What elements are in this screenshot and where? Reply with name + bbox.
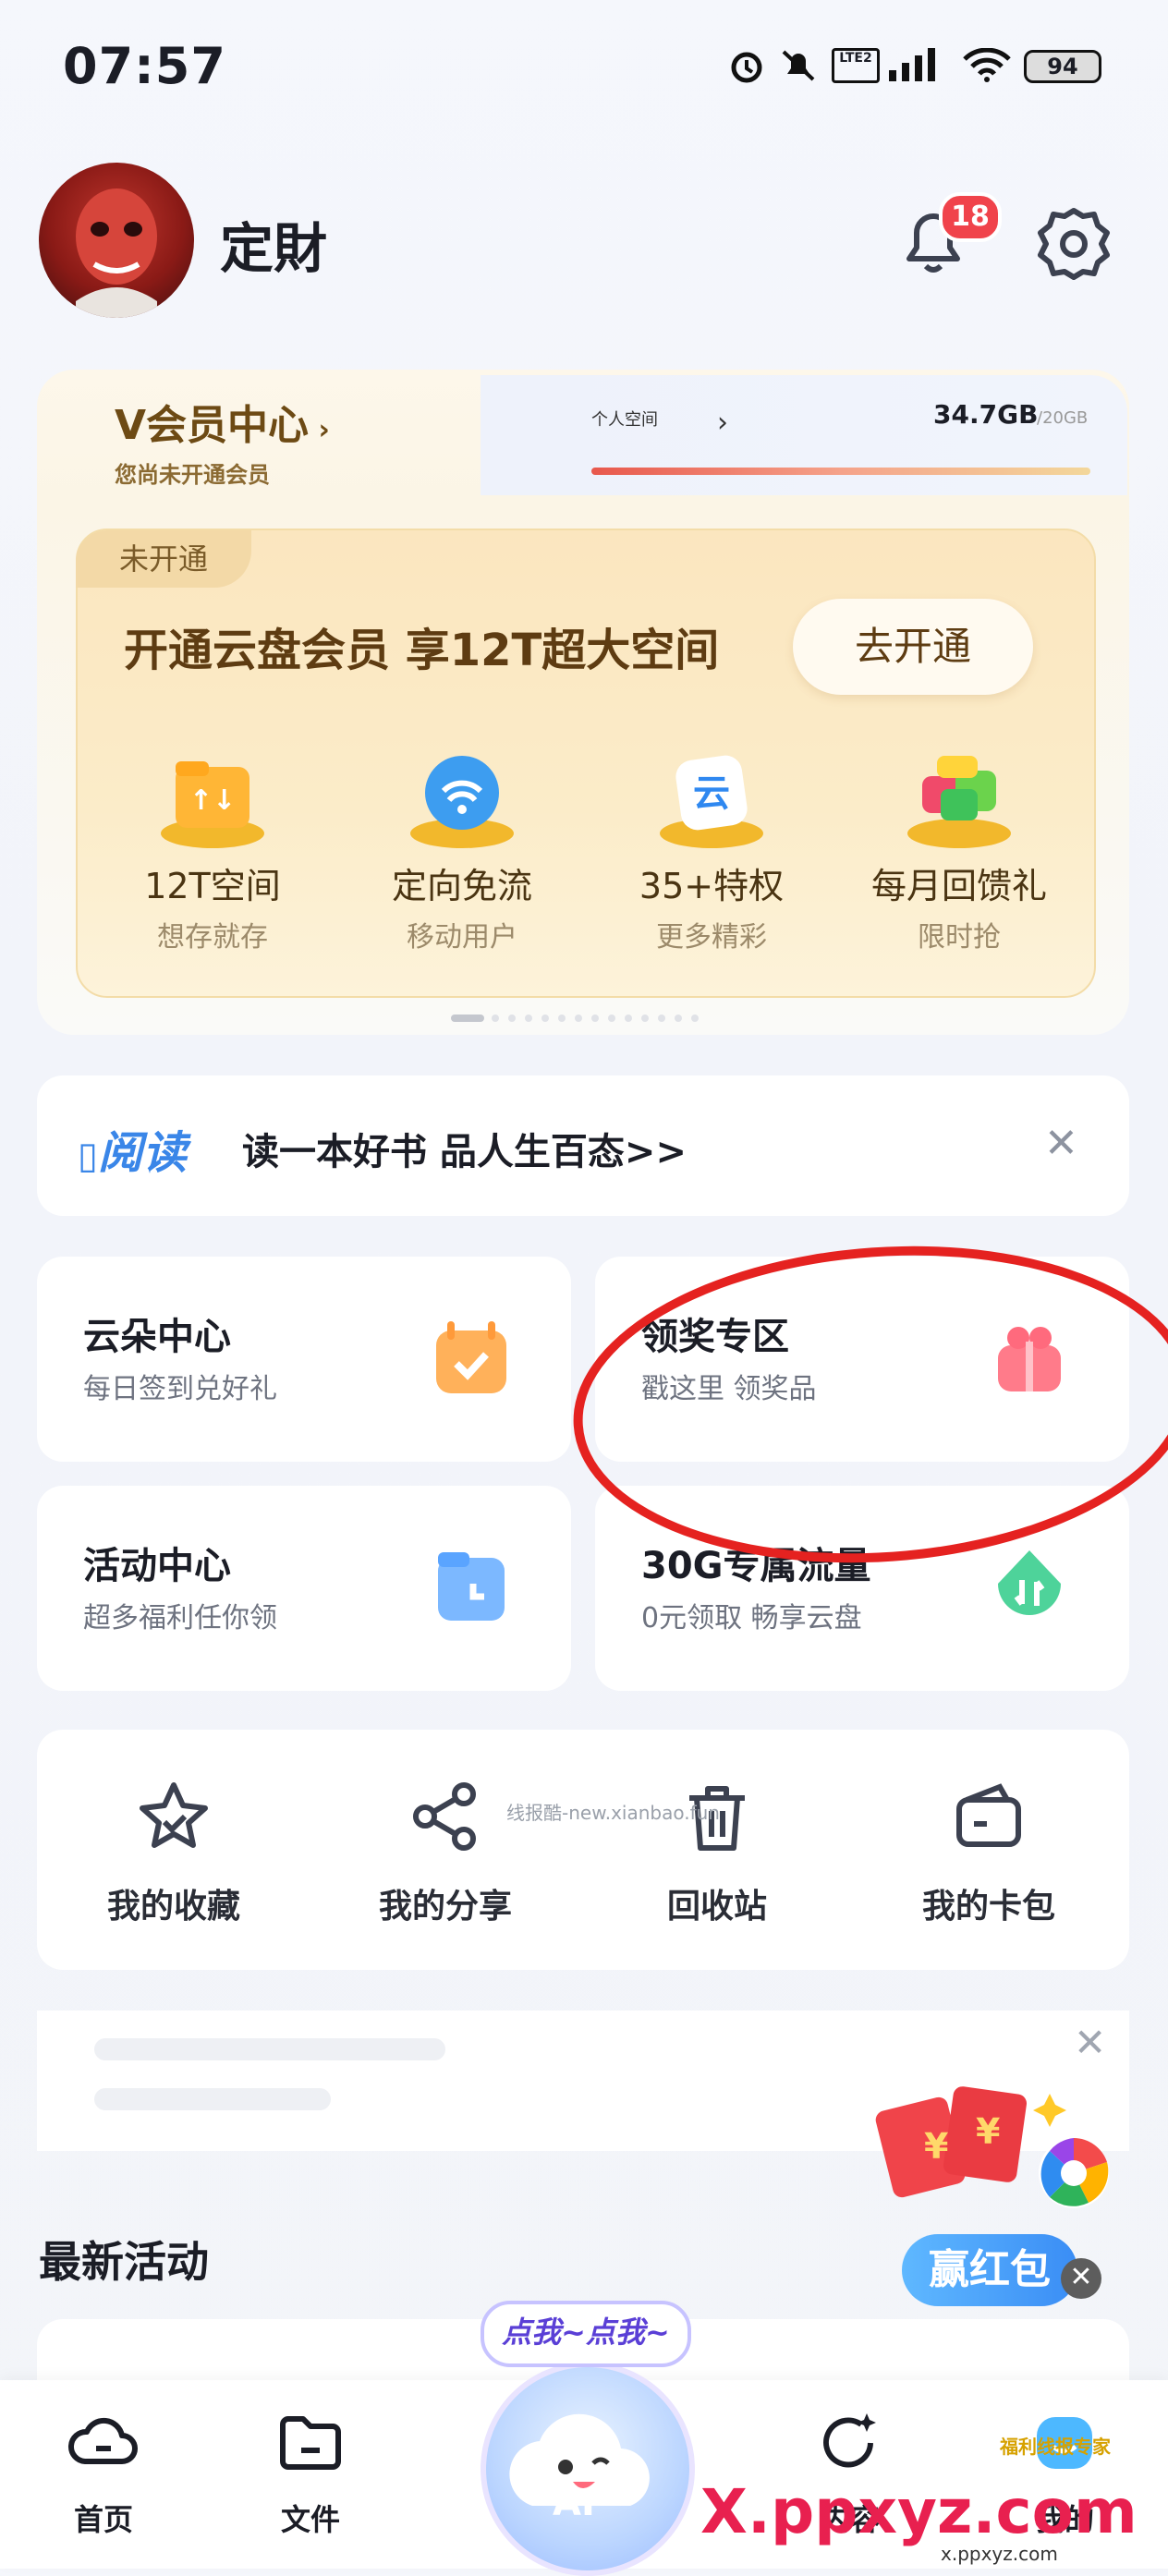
space-total: /20GB	[1037, 408, 1089, 428]
wallet-icon	[956, 1783, 1021, 1847]
win-red-packet-button[interactable]: 赢红包	[902, 2234, 1077, 2306]
space-panel[interactable]	[481, 375, 1127, 495]
chevron-right-icon[interactable]: ›	[717, 407, 728, 439]
tab-home[interactable]: 首页	[30, 2406, 177, 2539]
ai-label: AI	[553, 2482, 595, 2524]
brand-watermark-small: 福利线报专家	[1000, 2436, 1111, 2458]
perk-free-data[interactable]: 定向免流 移动用户	[351, 748, 573, 954]
tile-cloud-center[interactable]: 云朵中心 每日签到兑好礼	[37, 1257, 571, 1462]
calendar-check-icon	[436, 1321, 506, 1393]
wifi-globe-icon	[407, 748, 517, 850]
share-icon	[413, 1782, 476, 1851]
my-card-wallet-button[interactable]: 我的卡包	[878, 1778, 1100, 1927]
svg-text:¥: ¥	[924, 2126, 948, 2167]
volte-icon: LTE2	[832, 48, 880, 83]
brand-watermark: X.ppxyz.com	[700, 2476, 1138, 2547]
vip-status-text: 您尚未开通会员	[115, 462, 270, 488]
reading-slogan: 读一本好书 品人生百态>>	[242, 1131, 687, 1173]
perk-privileges[interactable]: 云 35+特权 更多精彩	[601, 748, 822, 954]
folder-outline-icon	[280, 2416, 341, 2470]
alarm-icon	[731, 52, 762, 83]
username: 定財	[220, 217, 328, 280]
space-label: 个人空间	[591, 410, 658, 430]
tab-files[interactable]: 文件	[237, 2406, 384, 2539]
watermark-text: 线报酷-new.xianbao.fun	[506, 1802, 720, 1824]
clock-folder-icon	[438, 1552, 505, 1621]
open-vip-button[interactable]: 去开通	[793, 599, 1033, 695]
status-time: 07:57	[63, 37, 226, 95]
promo-title: 开通云盘会员 享12T超大空间	[124, 625, 720, 676]
settings-gear-icon[interactable]	[1035, 205, 1113, 283]
ai-assistant-button[interactable]	[481, 2362, 695, 2576]
tile-activity-center[interactable]: 活动中心 超多福利任你领	[37, 1486, 571, 1691]
svg-text:¥: ¥	[976, 2111, 1000, 2152]
red-packet-icon[interactable]: ¥ ¥	[869, 2066, 1118, 2251]
signal-icon	[889, 48, 935, 81]
placeholder-line	[94, 2038, 445, 2060]
reading-logo: ▯阅读	[78, 1127, 188, 1179]
brand-watermark-sub: x.ppxyz.com	[941, 2543, 1058, 2565]
cloud-mascot-icon	[509, 2413, 650, 2506]
folder-icon: ↑↓	[157, 748, 268, 850]
vip-center-title[interactable]: V会员中心 ›	[115, 392, 330, 451]
avatar[interactable]	[39, 163, 194, 318]
close-icon[interactable]: ✕	[1074, 2020, 1106, 2065]
svg-text:↑↓: ↑↓	[189, 784, 236, 817]
perk-monthly-gift[interactable]: 每月回馈礼 限时抢	[848, 748, 1070, 954]
perk-12t-space[interactable]: ↑↓ 12T空间 想存就存	[102, 748, 323, 954]
latest-activities-title: 最新活动	[39, 2237, 209, 2287]
wifi-icon	[963, 48, 1011, 82]
carousel-pager	[451, 1015, 699, 1022]
space-used: 34.7GB	[933, 399, 1039, 430]
close-icon[interactable]: ✕	[1044, 1120, 1078, 1167]
book-icon: ▯	[78, 1135, 99, 1177]
app-bundle-icon	[904, 748, 1015, 850]
mute-bell-icon	[782, 50, 815, 81]
star-icon	[140, 1782, 208, 1848]
placeholder-line	[94, 2088, 331, 2110]
cloud-home-icon	[68, 2417, 138, 2464]
notification-badge: 18	[939, 192, 1002, 242]
refresh-sparkle-icon	[823, 2413, 876, 2468]
space-usage-bar	[591, 468, 1090, 475]
my-favorites-button[interactable]: 我的收藏	[63, 1778, 285, 1927]
svg-text:云: 云	[693, 772, 730, 815]
ai-tap-me-bubble[interactable]: 点我~点我~	[481, 2301, 691, 2367]
data-drop-icon	[998, 1550, 1061, 1616]
promo-status-badge: 未开通	[76, 530, 251, 588]
battery-icon: 94	[1024, 50, 1101, 83]
cloud-card-icon: 云	[656, 748, 767, 850]
close-icon[interactable]: ✕	[1061, 2258, 1101, 2299]
